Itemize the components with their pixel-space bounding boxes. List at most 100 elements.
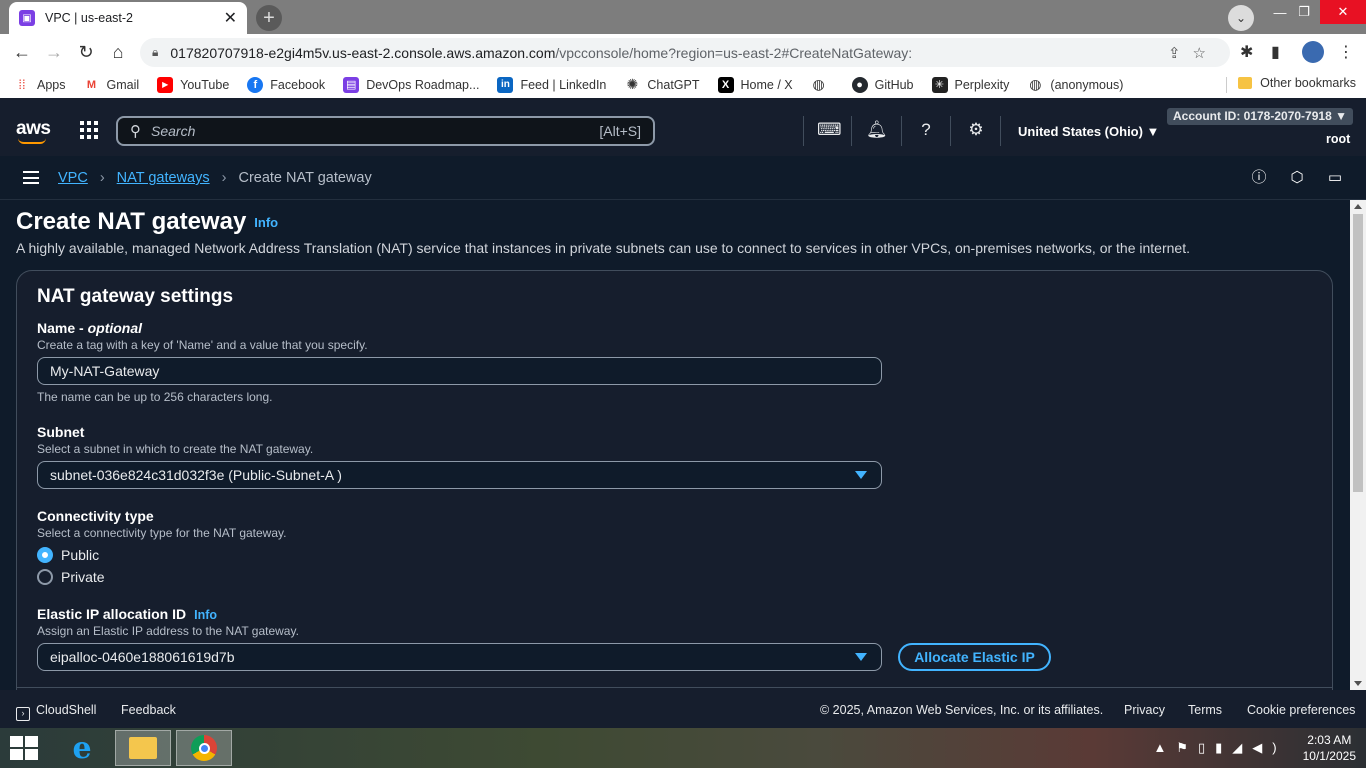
scrollbar-thumb[interactable] xyxy=(1353,214,1363,492)
bookmarks-divider xyxy=(1226,77,1227,93)
bookmark-x[interactable]: X Home / X xyxy=(717,76,793,93)
gmail-icon: M xyxy=(86,78,97,91)
extensions-icon[interactable]: ✱ xyxy=(1240,42,1253,62)
eip-select[interactable]: eipalloc-0460e188061619d7b xyxy=(37,643,882,671)
browser-tab-strip: ▣ VPC | us-east-2 ✕ + ⌄ — ❐ ✕ xyxy=(0,0,1366,34)
radio-public[interactable]: Public xyxy=(37,547,99,563)
privacy-link[interactable]: Privacy xyxy=(1124,703,1165,717)
bookmark-github[interactable]: ● GitHub xyxy=(851,76,914,93)
bookmarks-bar: ⁞⁞ Apps M Gmail ▶ YouTube f Facebook ▤ DevOps… xyxy=(0,71,1366,98)
x-icon: X xyxy=(717,76,734,93)
breadcrumb-vpc[interactable]: VPC xyxy=(58,170,88,186)
file-explorer-icon[interactable] xyxy=(115,730,171,766)
globe-icon: ◍ xyxy=(812,76,825,92)
bookmark-devops-roadmap[interactable]: ▤ DevOps Roadmap... xyxy=(343,76,479,93)
window-close-button[interactable]: ✕ xyxy=(1320,0,1366,24)
back-icon[interactable]: ← xyxy=(6,42,38,63)
radio-private[interactable]: Private xyxy=(37,569,105,585)
url-path: /vpcconsole/home?region=us-east-2#Create… xyxy=(555,44,913,61)
page-scrollbar[interactable] xyxy=(1350,200,1366,690)
help-icon[interactable]: ? xyxy=(916,120,936,140)
folder-icon xyxy=(1238,77,1253,89)
bookmark-linkedin[interactable]: in Feed | LinkedIn xyxy=(497,76,606,93)
bookmark-gmail[interactable]: M Gmail xyxy=(84,77,139,93)
forward-icon[interactable]: → xyxy=(38,42,70,63)
chrome-taskbar-icon[interactable] xyxy=(176,730,232,766)
address-bar[interactable]: 🔒︎ 017820707918-e2gi4m5v.us-east-2.conso… xyxy=(140,38,1230,67)
browser-menu-icon[interactable]: ⋮ xyxy=(1338,42,1354,62)
tray-icons[interactable]: ▲⚑▯▮◢◀︎) xyxy=(1153,740,1286,756)
close-tab-icon[interactable]: ✕ xyxy=(224,8,237,28)
tab-title: VPC | us-east-2 xyxy=(45,11,134,25)
cloudshell-icon[interactable]: ⌨ xyxy=(817,120,842,140)
section-divider xyxy=(17,687,1332,688)
chatgpt-icon: ✺ xyxy=(626,76,639,92)
terms-link[interactable]: Terms xyxy=(1188,703,1222,717)
breadcrumb-nat-gateways[interactable]: NAT gateways xyxy=(117,170,210,186)
github-icon: ● xyxy=(851,76,868,93)
aws-logo[interactable]: aws xyxy=(16,118,51,144)
cloudshell-icon: › xyxy=(16,707,30,721)
facebook-icon: f xyxy=(247,76,264,93)
display-settings-icon[interactable]: ▭ xyxy=(1326,169,1344,187)
copyright-text: © 2025, Amazon Web Services, Inc. or its… xyxy=(820,703,1104,717)
services-menu-icon[interactable] xyxy=(80,121,98,139)
url-host: 017820707918-e2gi4m5v.us-east-2.console.… xyxy=(170,44,556,61)
aws-header-top xyxy=(0,98,1366,106)
scroll-up-icon[interactable] xyxy=(1354,204,1362,209)
chevron-right-icon: › xyxy=(221,170,227,186)
cloudshell-button[interactable]: › CloudShell xyxy=(16,703,96,721)
page-description: A highly available, managed Network Addr… xyxy=(16,240,1190,256)
page-info-link[interactable]: Info xyxy=(254,215,278,230)
bookmark-perplexity[interactable]: ✳ Perplexity xyxy=(931,76,1009,93)
info-panel-icon[interactable]: ⓘ xyxy=(1250,169,1268,187)
reload-icon[interactable]: ↻ xyxy=(70,42,102,63)
notifications-bell-icon[interactable]: 🔔︎ xyxy=(866,120,888,140)
profile-avatar[interactable] xyxy=(1302,41,1324,63)
connectivity-type-label: Connectivity type xyxy=(37,508,154,524)
settings-gear-icon[interactable]: ⚙ xyxy=(966,120,986,140)
windows-taskbar: e ▲⚑▯▮◢◀︎) 2:03 AM 10/1/2025 xyxy=(0,728,1366,768)
header-divider xyxy=(1000,116,1001,146)
search-input[interactable]: ⚲ Search [Alt+S] xyxy=(116,116,655,146)
apps-grid-icon: ⁞⁞ xyxy=(18,77,26,92)
windows-start-icon[interactable] xyxy=(10,736,38,760)
share-and-bookmark-icons[interactable]: ⇪☆ xyxy=(1168,44,1218,62)
security-shield-icon[interactable]: ⬡ xyxy=(1288,169,1306,187)
subnet-select[interactable]: subnet-036e824c31d032f3e (Public-Subnet-… xyxy=(37,461,882,489)
perplexity-icon: ✳ xyxy=(931,76,948,93)
search-shortcut: [Alt+S] xyxy=(599,123,641,139)
bookmark-youtube[interactable]: ▶ YouTube xyxy=(157,76,229,93)
user-name[interactable]: root xyxy=(1326,132,1350,146)
cookie-preferences-link[interactable]: Cookie preferences xyxy=(1247,703,1355,717)
bookmark-anonymous[interactable]: ◍ (anonymous) xyxy=(1027,76,1123,93)
name-field[interactable]: My-NAT-Gateway xyxy=(37,357,882,385)
chevron-right-icon: › xyxy=(99,170,105,186)
scroll-down-icon[interactable] xyxy=(1354,681,1362,686)
eip-info-link[interactable]: Info xyxy=(194,608,217,622)
account-id-menu[interactable]: Account ID: 0178-2070-7918 ▼ xyxy=(1167,108,1353,125)
other-bookmarks[interactable]: Other bookmarks xyxy=(1238,76,1356,90)
panel-heading: NAT gateway settings xyxy=(37,286,234,307)
bookmark-apps[interactable]: ⁞⁞ Apps xyxy=(14,77,65,93)
bookmark-facebook[interactable]: f Facebook xyxy=(247,76,325,93)
home-icon[interactable]: ⌂ xyxy=(102,42,134,63)
allocate-elastic-ip-button[interactable]: Allocate Elastic IP xyxy=(898,643,1051,671)
side-nav-menu-icon[interactable] xyxy=(23,171,39,184)
connectivity-type-description: Select a connectivity type for the NAT g… xyxy=(37,526,287,540)
internet-explorer-icon[interactable]: e xyxy=(54,730,110,766)
header-divider xyxy=(803,116,804,146)
side-panel-icon[interactable]: ▮ xyxy=(1271,42,1280,62)
browser-tab[interactable]: ▣ VPC | us-east-2 ✕ xyxy=(9,2,247,34)
tab-search-button[interactable]: ⌄ xyxy=(1228,5,1254,31)
breadcrumb: VPC › NAT gateways › Create NAT gateway xyxy=(58,170,372,186)
region-selector[interactable]: United States (Ohio) ▼ xyxy=(1018,124,1159,139)
taskbar-clock[interactable]: 2:03 AM 10/1/2025 xyxy=(1303,732,1356,764)
new-tab-button[interactable]: + xyxy=(256,5,282,31)
eip-description: Assign an Elastic IP address to the NAT … xyxy=(37,624,299,638)
lock-icon[interactable]: 🔒︎ xyxy=(152,45,158,60)
bookmark-chatgpt[interactable]: ✺ ChatGPT xyxy=(624,76,700,93)
caret-down-icon xyxy=(855,471,867,479)
bookmark-globe[interactable]: ◍ xyxy=(811,76,834,93)
feedback-button[interactable]: Feedback xyxy=(121,703,176,717)
